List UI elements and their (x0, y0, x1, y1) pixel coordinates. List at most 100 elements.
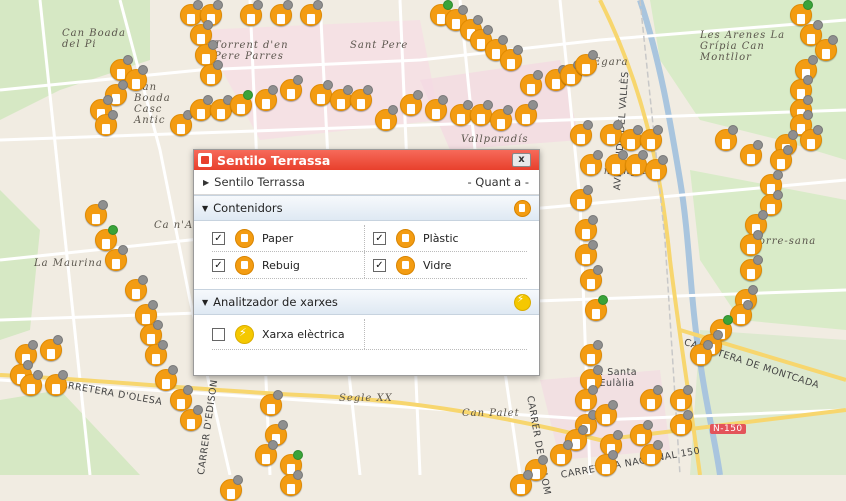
container-marker[interactable] (690, 340, 713, 366)
status-dot (753, 140, 763, 150)
plastic-checkbox[interactable]: ✓ (373, 231, 386, 245)
section-header-analitzador[interactable]: ▼ Analitzador de xarxes (194, 289, 539, 315)
bin-icon (767, 204, 775, 214)
container-marker[interactable] (260, 390, 283, 416)
rebuig-checkbox[interactable]: ✓ (212, 258, 225, 272)
container-marker[interactable] (520, 70, 543, 96)
container-marker[interactable] (450, 100, 473, 126)
xarxa-checkbox[interactable] (212, 327, 225, 341)
container-marker[interactable] (570, 185, 593, 211)
container-marker[interactable] (350, 85, 373, 111)
container-marker[interactable] (220, 475, 243, 501)
container-marker[interactable] (490, 105, 513, 131)
container-marker[interactable] (640, 440, 663, 466)
container-marker[interactable] (230, 90, 253, 116)
container-marker[interactable] (190, 95, 213, 121)
container-marker[interactable] (740, 140, 763, 166)
bin-icon (552, 79, 560, 89)
bin-icon (532, 469, 540, 479)
container-marker[interactable] (145, 340, 168, 366)
container-marker[interactable] (425, 95, 448, 121)
close-button[interactable]: x (512, 153, 531, 167)
container-marker[interactable] (550, 440, 573, 466)
container-marker[interactable] (740, 255, 763, 281)
container-marker[interactable] (640, 125, 663, 151)
status-dot (808, 55, 818, 65)
vidre-checkbox[interactable]: ✓ (373, 258, 386, 272)
paper-checkbox[interactable]: ✓ (212, 231, 225, 245)
layer-item-paper[interactable]: ✓ Paper (212, 225, 365, 251)
bin-icon (396, 228, 415, 248)
bin-icon (647, 454, 655, 464)
container-marker[interactable] (45, 370, 68, 396)
container-marker[interactable] (620, 125, 643, 151)
container-marker[interactable] (600, 120, 623, 146)
container-marker[interactable] (310, 80, 333, 106)
container-marker[interactable] (575, 215, 598, 241)
container-marker[interactable] (280, 75, 303, 101)
bin-icon (507, 59, 515, 69)
status-dot (643, 420, 653, 430)
layer-item-xarxa[interactable]: Xarxa elèctrica (212, 319, 365, 349)
container-marker[interactable] (170, 110, 193, 136)
container-marker[interactable] (500, 45, 523, 71)
container-marker[interactable] (570, 120, 593, 146)
container-marker[interactable] (300, 0, 323, 26)
layer-item-vidre[interactable]: ✓ Vidre (373, 252, 525, 278)
container-marker[interactable] (255, 440, 278, 466)
container-marker[interactable] (95, 110, 118, 136)
container-marker[interactable] (515, 100, 538, 126)
container-marker[interactable] (580, 150, 603, 176)
container-marker[interactable] (625, 150, 648, 176)
container-marker[interactable] (715, 125, 738, 151)
container-marker[interactable] (510, 470, 533, 496)
bin-icon (577, 199, 585, 209)
bin-icon (432, 109, 440, 119)
container-marker[interactable] (605, 150, 628, 176)
container-marker[interactable] (40, 335, 63, 361)
about-link[interactable]: - Quant a - (468, 175, 530, 189)
bin-icon (612, 164, 620, 174)
container-marker[interactable] (575, 385, 598, 411)
container-marker[interactable] (580, 265, 603, 291)
container-marker[interactable] (815, 35, 838, 61)
container-marker[interactable] (180, 405, 203, 431)
container-marker[interactable] (640, 385, 663, 411)
container-marker[interactable] (595, 400, 618, 426)
layer-item-plastic[interactable]: ✓ Plàstic (373, 225, 525, 251)
container-marker[interactable] (330, 85, 353, 111)
container-marker[interactable] (200, 60, 223, 86)
bin-icon (567, 74, 575, 84)
info-row[interactable]: ▶ Sentilo Terrassa - Quant a - (194, 170, 539, 195)
container-marker[interactable] (800, 125, 823, 151)
status-dot (703, 340, 713, 350)
container-marker[interactable] (770, 145, 793, 171)
container-marker[interactable] (580, 340, 603, 366)
container-marker[interactable] (645, 155, 668, 181)
container-marker[interactable] (270, 0, 293, 26)
layer-item-rebuig[interactable]: ✓ Rebuig (212, 252, 365, 278)
container-marker[interactable] (375, 105, 398, 131)
container-marker[interactable] (575, 50, 598, 76)
container-marker[interactable] (20, 370, 43, 396)
container-marker[interactable] (105, 245, 128, 271)
container-marker[interactable] (240, 0, 263, 26)
container-marker[interactable] (585, 295, 608, 321)
container-marker[interactable] (400, 90, 423, 116)
bin-icon (477, 39, 485, 49)
container-marker[interactable] (125, 275, 148, 301)
container-marker[interactable] (470, 100, 493, 126)
container-marker[interactable] (255, 85, 278, 111)
container-marker[interactable] (670, 385, 693, 411)
container-marker[interactable] (595, 450, 618, 476)
container-marker[interactable] (670, 410, 693, 436)
container-marker[interactable] (740, 230, 763, 256)
container-marker[interactable] (730, 300, 753, 326)
container-marker[interactable] (125, 65, 148, 91)
container-marker[interactable] (575, 240, 598, 266)
container-marker[interactable] (210, 95, 233, 121)
section-header-contenidors[interactable]: ▼ Contenidors (194, 195, 539, 221)
container-marker[interactable] (85, 200, 108, 226)
container-marker[interactable] (280, 470, 303, 496)
bin-icon (207, 74, 215, 84)
